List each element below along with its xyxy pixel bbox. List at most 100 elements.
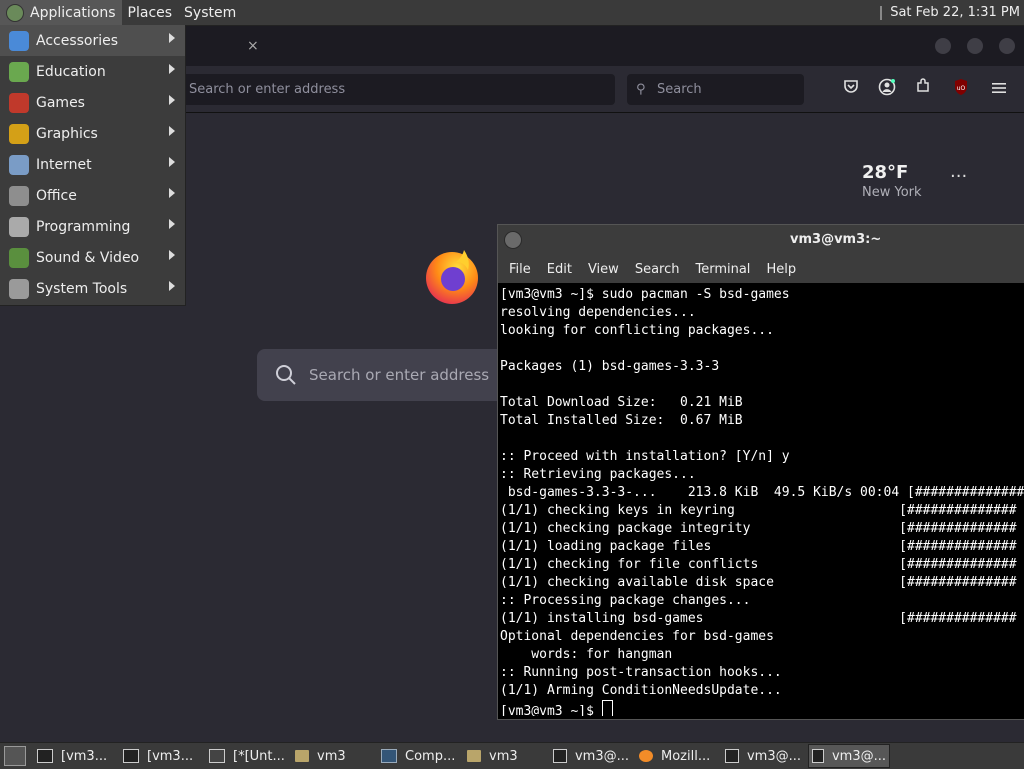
applications-icon (6, 3, 24, 22)
terminal-icon (123, 749, 139, 763)
submenu-arrow-icon (169, 126, 175, 136)
menu-item-accessories[interactable]: Accessories (0, 25, 185, 56)
system-tools-icon (9, 278, 29, 299)
taskbar-item[interactable]: vm3 (292, 744, 374, 768)
taskbar-item[interactable]: Comp... (378, 744, 460, 768)
terminal-line-text: looking for conflicting packages... (500, 323, 774, 338)
menu-item-graphics[interactable]: Graphics (0, 118, 185, 149)
menu-item-office[interactable]: Office (0, 180, 185, 211)
terminal-menu-terminal[interactable]: Terminal (695, 262, 750, 277)
terminal-line-text: Packages (1) bsd-games-3.3-3 (500, 359, 720, 374)
firefox-tab[interactable]: × (185, 32, 275, 62)
applications-menu: Accessories Education Games Graphics Interne… (0, 25, 186, 306)
taskbar-item[interactable]: [vm3... (34, 744, 116, 768)
terminal-line: looking for conflicting packages... (500, 322, 1024, 340)
terminal-menu-view[interactable]: View (588, 262, 619, 277)
weather-widget[interactable]: 28°F New York (862, 162, 922, 200)
terminal-line-text: Total Installed Size: 0.67 MiB (500, 413, 743, 428)
terminal-line: Total Download Size: 0.21 MiB (500, 394, 1024, 412)
terminal-cursor (601, 700, 613, 716)
menu-item-system-tools[interactable]: System Tools (0, 273, 185, 304)
newtab-search-placeholder: Search or enter address (309, 366, 490, 384)
office-icon (9, 185, 29, 206)
system-menu-button[interactable]: System (178, 0, 242, 25)
terminal-menu-edit[interactable]: Edit (547, 262, 572, 277)
taskbar-item[interactable]: vm3@... (808, 744, 890, 768)
places-menu-button[interactable]: Places (122, 0, 179, 25)
submenu-arrow-icon (169, 157, 175, 167)
terminal-line: [vm3@vm3 ~]$ sudo pacman -S bsd-games (500, 286, 1024, 304)
ublock-icon[interactable]: uO (950, 78, 972, 100)
taskbar-item-label: [*[Unt... (233, 748, 285, 764)
terminal-icon (725, 749, 739, 763)
programming-icon (9, 216, 29, 237)
taskbar-item[interactable]: [vm3... (120, 744, 202, 768)
extensions-icon[interactable] (912, 78, 934, 100)
terminal-line-text: :: Retrieving packages... (500, 467, 696, 482)
show-desktop-button[interactable] (4, 746, 26, 766)
url-bar[interactable]: Search or enter address (180, 74, 615, 105)
terminal-menubar: File Edit View Search Terminal Help (498, 255, 1024, 283)
search-icon: ⚲ (636, 82, 646, 97)
terminal-line-text: resolving dependencies... (500, 305, 696, 320)
terminal-menu-file[interactable]: File (509, 262, 531, 277)
applications-menu-button[interactable]: Applications (0, 0, 122, 25)
terminal-line: :: Processing package changes... (500, 592, 1024, 610)
terminal-titlebar[interactable]: vm3@vm3:~ (498, 225, 1024, 255)
terminal-line: Total Installed Size: 0.67 MiB (500, 412, 1024, 430)
hamburger-menu-icon[interactable] (988, 78, 1010, 100)
newtab-search-box[interactable]: Search or enter address (257, 349, 517, 401)
close-button[interactable] (999, 38, 1015, 54)
window-menu-icon[interactable] (504, 231, 522, 249)
submenu-arrow-icon (169, 219, 175, 229)
menu-item-label: Accessories (36, 32, 119, 49)
taskbar-item-label: vm3 (317, 748, 346, 764)
taskbar-item[interactable]: Mozill... (636, 744, 718, 768)
terminal-line-text: (1/1) checking keys in keyring [########… (500, 503, 1017, 518)
menu-item-sound-video[interactable]: Sound & Video (0, 242, 185, 273)
taskbar-item[interactable]: vm3@... (550, 744, 632, 768)
menu-item-education[interactable]: Education (0, 56, 185, 87)
terminal-output[interactable]: [vm3@vm3 ~]$ sudo pacman -S bsd-games res… (500, 286, 1024, 716)
menu-item-games[interactable]: Games (0, 87, 185, 118)
menu-item-label: Graphics (36, 125, 98, 142)
terminal-line: resolving dependencies... (500, 304, 1024, 322)
menu-item-label: Programming (36, 218, 131, 235)
menu-item-label: Games (36, 94, 85, 111)
tab-close-button[interactable]: × (247, 38, 259, 54)
terminal-line-text: [vm3@vm3 ~]$ sudo pacman -S bsd-games (500, 287, 790, 302)
menu-item-programming[interactable]: Programming (0, 211, 185, 242)
clock[interactable]: Sat Feb 22, 1:31 PM (880, 0, 1020, 25)
terminal-title: vm3@vm3:~ (790, 232, 882, 247)
document-icon (209, 749, 225, 763)
terminal-icon (37, 749, 53, 763)
terminal-line: [vm3@vm3 ~]$ (500, 700, 1024, 716)
search-bar[interactable]: ⚲ Search (627, 74, 804, 105)
menu-item-internet[interactable]: Internet (0, 149, 185, 180)
taskbar-item-label: Comp... (405, 748, 456, 764)
account-icon[interactable] (876, 78, 898, 100)
taskbar-item[interactable]: vm3@... (722, 744, 804, 768)
terminal-line-text: (1/1) checking package integrity [######… (500, 521, 1017, 536)
taskbar-item[interactable]: vm3 (464, 744, 546, 768)
accessories-icon (9, 30, 29, 51)
search-bar-placeholder: Search (657, 82, 702, 97)
terminal-line-text: Total Download Size: 0.21 MiB (500, 395, 743, 410)
weather-more-button[interactable]: ··· (950, 166, 967, 187)
taskbar-item[interactable]: [*[Unt... (206, 744, 288, 768)
pocket-icon[interactable] (840, 78, 862, 100)
terminal-menu-search[interactable]: Search (635, 262, 680, 277)
folder-icon (295, 750, 309, 762)
terminal-menu-help[interactable]: Help (766, 262, 796, 277)
terminal-line: Packages (1) bsd-games-3.3-3 (500, 358, 1024, 376)
terminal-line: (1/1) installing bsd-games [############… (500, 610, 1024, 628)
terminal-line-text: :: Processing package changes... (500, 593, 751, 608)
taskbar-item-label: Mozill... (661, 748, 711, 764)
menu-item-label: System Tools (36, 280, 128, 297)
graphics-icon (9, 123, 29, 144)
minimize-button[interactable] (935, 38, 951, 54)
maximize-button[interactable] (967, 38, 983, 54)
applications-label: Applications (30, 4, 116, 21)
